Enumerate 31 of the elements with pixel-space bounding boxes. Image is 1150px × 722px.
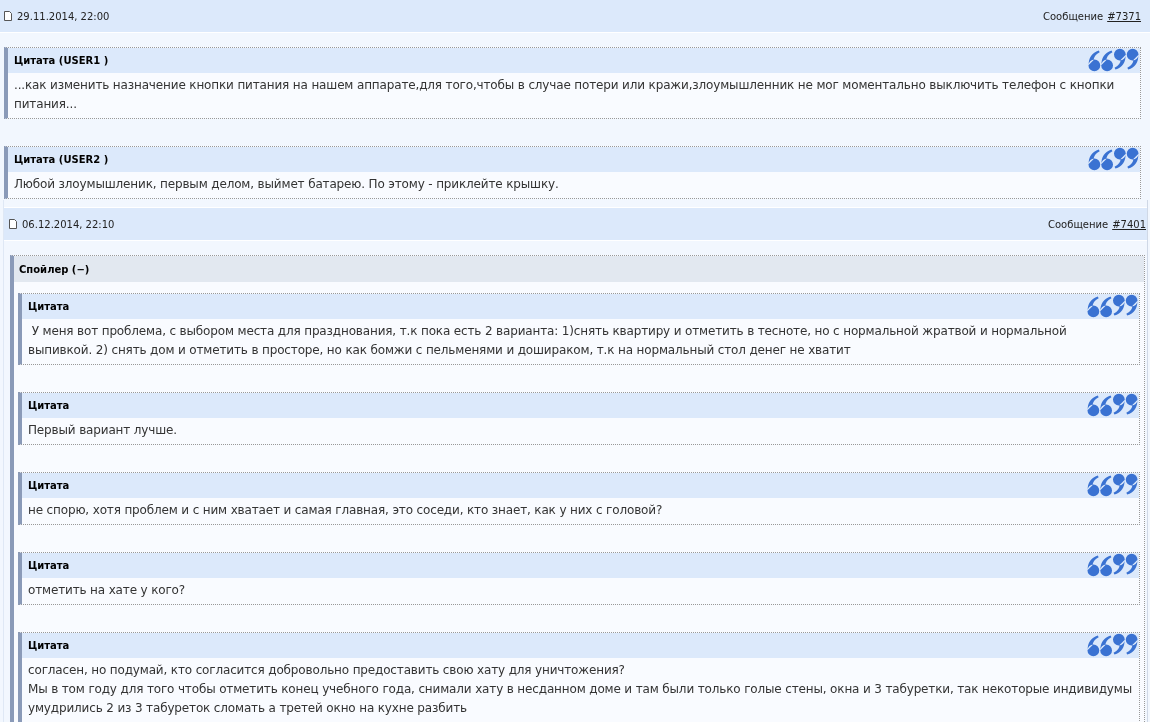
document-icon (4, 11, 12, 21)
quote-title: Цитата (28, 560, 70, 571)
quote-title: Цитата (28, 400, 70, 411)
message-link[interactable]: #7371 (1107, 10, 1141, 22)
quote-title: Цитата (USER1 ) (14, 55, 109, 66)
quotation-marks-icon (1087, 294, 1138, 318)
quotation-marks-icon (1088, 147, 1139, 171)
quotation-marks-icon (1087, 473, 1138, 497)
quote-title: Цитата (28, 480, 70, 491)
quote-title: Цитата (USER2 ) (14, 154, 109, 165)
quote-text: согласен, но подумай, кто согласится добровольно предоставить свою хату для уничтожения? (28, 662, 626, 679)
quote-text: Первый вариант лучше. (28, 422, 178, 439)
quotation-marks-icon (1087, 393, 1138, 417)
quote-text: Любой злоумышленик, первым делом, выймет батарею. По этому - приклейте крышку. (14, 176, 560, 193)
spoiler-toggle[interactable]: Спойлер (−) (19, 263, 90, 275)
quotation-marks-icon (1087, 553, 1138, 577)
quote-text: ...как изменить назначение кнопки питания на нашем аппарате,для того,чтобы в случае потери или кражи,злоумышленник не мог моментально выключить телефон с кнопки питания... (14, 77, 1116, 113)
quote-text: отметить на хате у кого? (28, 582, 186, 599)
quote-text: У меня вот проблема, с выбором места для празднования, т.к пока есть 2 варианта: 1)снять квартиру и отметить в тесноте, но с нормальной жратвой и нормальной выпивкой. 2) снять дом и отметить в просторе, но как бомжи с пельменями и дошираком, т.к на нормальный стол денег не хватит (28, 323, 1068, 359)
message-link[interactable]: #7401 (1112, 218, 1146, 230)
document-icon (9, 219, 17, 229)
quotation-marks-icon (1087, 633, 1138, 657)
quote-text: не спорю, хотя проблем и с ним хватает и самая главная, это соседи, кто знает, как у них с головой? (28, 502, 664, 519)
quote-title: Цитата (28, 301, 70, 312)
quote-title: Цитата (28, 640, 70, 651)
quote-text: Мы в том году для того чтобы отметить конец учебного года, снимали хату в несданном доме и там были только голые стены, окна и 3 табуретки, так некоторые индивидумы умудрились 2 из 3 табуреток сломать а третей окно на кухне разбить (28, 681, 1133, 717)
post-date: 29.11.2014, 22:00 (17, 10, 110, 22)
quotation-marks-icon (1088, 48, 1139, 72)
post-date: 06.12.2014, 22:10 (22, 218, 115, 230)
message-label: Сообщение (1043, 10, 1104, 22)
message-label: Сообщение (1048, 218, 1109, 230)
